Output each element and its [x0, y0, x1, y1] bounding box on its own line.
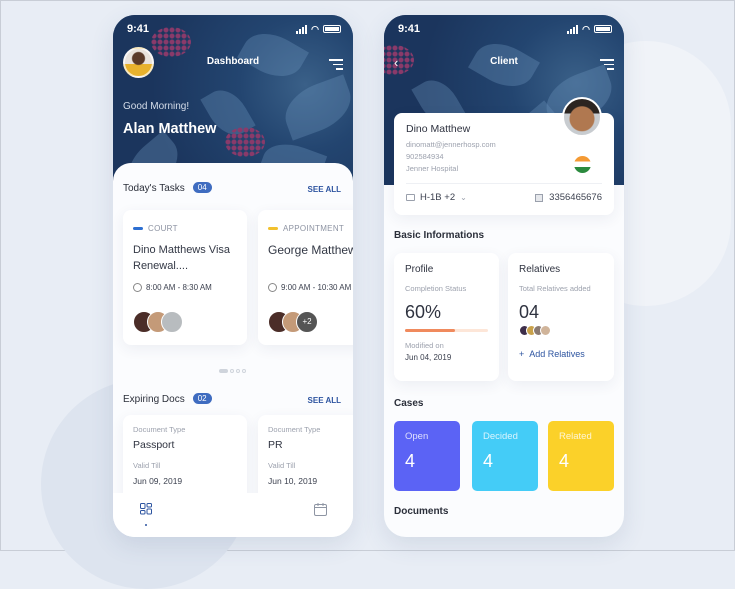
valid-till-label: Valid Till: [133, 461, 161, 470]
relatives-avatars: [519, 325, 603, 336]
carousel-dots[interactable]: [219, 369, 246, 373]
clock-icon: [133, 283, 142, 292]
valid-till-label: Valid Till: [268, 461, 296, 470]
battery-icon: [323, 25, 341, 33]
visa-selector[interactable]: H-1B +2 ⌄: [406, 192, 467, 203]
tag-color-bar: [133, 227, 143, 230]
docs-count-badge: 02: [192, 393, 212, 404]
visa-value: H-1B +2: [420, 192, 456, 203]
add-relatives-button[interactable]: + Add Relatives: [519, 349, 603, 359]
case-related-tile[interactable]: Related 4: [548, 421, 614, 491]
completion-label: Completion Status: [405, 284, 467, 293]
task-card[interactable]: APPOINTMENT George Matthews 9:00 AM - 10…: [258, 210, 353, 345]
task-time: 8:00 AM - 8:30 AM: [146, 283, 212, 292]
client-phone[interactable]: 902584934: [406, 152, 602, 161]
task-card[interactable]: COURT Dino Matthews Visa Renewal.... 8:0…: [123, 210, 247, 345]
case-count: 4: [405, 451, 416, 471]
tasks-count-badge: 04: [192, 182, 212, 193]
page-title: Client: [490, 56, 518, 67]
task-time: 9:00 AM - 10:30 AM: [281, 283, 352, 292]
chevron-down-icon: ⌄: [460, 193, 467, 202]
valid-till-date: Jun 09, 2019: [133, 476, 183, 486]
status-time: 9:41: [127, 23, 150, 35]
status-bar: 9:41 ◠: [398, 23, 612, 35]
id-card-icon: [535, 193, 544, 202]
tab-bar: [113, 493, 353, 537]
completion-progress: [405, 329, 488, 332]
relatives-card: Relatives Total Relatives added 04 + Add …: [508, 253, 614, 381]
participants: +2: [268, 311, 353, 333]
documents-title: Documents: [394, 506, 449, 517]
basic-info-title: Basic Informations: [394, 230, 485, 241]
signal-icon: [567, 24, 579, 34]
doc-type-label: Document Type: [268, 425, 321, 434]
case-count: 4: [559, 451, 570, 471]
plus-icon: +: [519, 349, 525, 359]
page-title: Dashboard: [206, 56, 260, 67]
tasks-title: Today's Tasks: [123, 183, 185, 194]
valid-till-date: Jun 10, 2019: [268, 476, 318, 486]
tag-color-bar: [268, 227, 278, 230]
relatives-title: Relatives: [519, 264, 561, 275]
greeting: Good Morning!: [123, 101, 190, 112]
participant-avatar: [161, 311, 183, 333]
doc-type: PR: [268, 439, 283, 451]
case-label: Related: [559, 431, 592, 442]
id-number: 3356465676: [549, 192, 602, 203]
relatives-count: 04: [519, 302, 540, 322]
status-time: 9:41: [398, 23, 421, 35]
doc-type-label: Document Type: [133, 425, 186, 434]
briefcase-icon: [406, 194, 415, 201]
user-name: Alan Matthew: [123, 121, 217, 137]
calendar-icon: [314, 503, 327, 516]
status-bar: 9:41 ◠: [127, 23, 341, 35]
case-label: Decided: [483, 431, 518, 442]
content-panel: Today's Tasks 04 SEE ALL COURT Dino Matth…: [113, 163, 353, 537]
profile-card[interactable]: Profile Completion Status 60% Modified o…: [394, 253, 499, 381]
participants: [133, 311, 237, 333]
wifi-icon: ◠: [582, 23, 590, 34]
signal-icon: [296, 24, 308, 34]
flag-icon: [574, 156, 591, 173]
case-count: 4: [483, 451, 494, 471]
doc-type: Passport: [133, 439, 175, 451]
dashboard-grid-icon: [140, 503, 152, 515]
tasks-see-all-link[interactable]: SEE ALL: [308, 185, 341, 194]
tab-calendar[interactable]: [314, 503, 327, 521]
client-email[interactable]: dinomatt@jennerhosp.com: [406, 140, 602, 149]
participant-more: +2: [296, 311, 318, 333]
case-decided-tile[interactable]: Decided 4: [472, 421, 538, 491]
menu-icon[interactable]: [600, 59, 614, 73]
wifi-icon: ◠: [311, 23, 319, 34]
task-tag: COURT: [148, 224, 178, 233]
case-open-tile[interactable]: Open 4: [394, 421, 460, 491]
case-label: Open: [405, 431, 429, 442]
dashboard-screen: 9:41 ◠ Dashboard Good Morning! Alan Matt…: [113, 15, 353, 537]
battery-icon: [594, 25, 612, 33]
docs-title: Expiring Docs: [123, 394, 185, 405]
client-hospital: Jenner Hospital: [406, 164, 459, 173]
add-relatives-label: Add Relatives: [529, 349, 585, 359]
modified-date: Jun 04, 2019: [405, 353, 452, 362]
tab-dashboard[interactable]: [140, 503, 152, 526]
task-tag: APPOINTMENT: [283, 224, 345, 233]
docs-see-all-link[interactable]: SEE ALL: [308, 396, 341, 405]
profile-title: Profile: [405, 264, 434, 275]
menu-icon[interactable]: [329, 59, 343, 73]
client-avatar[interactable]: [562, 97, 602, 137]
client-screen: 9:41 ◠ ‹ Client Dino Matthew dinomatt@je…: [384, 15, 624, 537]
completion-value: 60%: [405, 302, 442, 322]
task-title: George Matthews: [268, 243, 353, 257]
modified-label: Modified on: [405, 341, 444, 350]
cases-title: Cases: [394, 398, 424, 409]
task-title: Dino Matthews Visa Renewal....: [133, 244, 231, 272]
clock-icon: [268, 283, 277, 292]
relatives-label: Total Relatives added: [519, 284, 591, 293]
